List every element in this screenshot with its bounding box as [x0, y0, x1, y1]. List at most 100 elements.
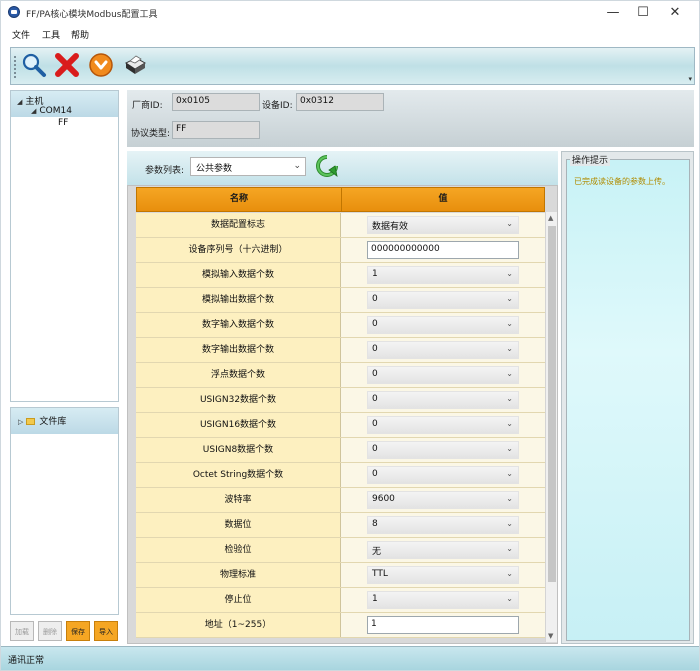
menu-file[interactable]: 文件	[12, 28, 30, 41]
toolbar: ▾	[10, 47, 695, 85]
param-value-cell: 1 ⌄	[341, 588, 545, 612]
param-name-cell: USIGN32数据个数	[136, 388, 341, 412]
delete-icon[interactable]	[54, 52, 80, 78]
param-value-input[interactable]: 1	[367, 616, 519, 634]
save-button[interactable]: 保存	[66, 621, 90, 641]
vendor-id-field: 0x0105	[172, 93, 260, 111]
param-value-select[interactable]: 1 ⌄	[367, 266, 519, 284]
title-bar: FF/PA核心模块Modbus配置工具 — ☐ ✕	[1, 1, 699, 25]
param-name-cell: 物理标准	[136, 563, 341, 587]
tree-node-port[interactable]: ◢ COM14	[31, 106, 72, 116]
param-value-select[interactable]: 数据有效 ⌄	[367, 216, 519, 234]
param-name-cell: 模拟输出数据个数	[136, 288, 341, 312]
table-row: 设备序列号（十六进制） 000000000000	[136, 238, 545, 263]
param-value-text: 0	[372, 294, 378, 304]
chevron-down-icon: ⌄	[506, 544, 513, 553]
menu-tools[interactable]: 工具	[42, 28, 60, 41]
param-value-cell: 0 ⌄	[341, 438, 545, 462]
printer-icon[interactable]	[122, 52, 148, 78]
param-value-text: 0	[372, 444, 378, 454]
chevron-down-icon: ⌄	[506, 419, 513, 428]
toolbar-grip[interactable]	[14, 56, 16, 78]
download-icon[interactable]	[88, 52, 114, 78]
param-name-cell: 模拟输入数据个数	[136, 263, 341, 287]
param-value-select[interactable]: 9600 ⌄	[367, 491, 519, 509]
param-value-cell: TTL ⌄	[341, 563, 545, 587]
toolbar-overflow-icon[interactable]: ▾	[688, 75, 692, 83]
table-row: USIGN16数据个数 0 ⌄	[136, 413, 545, 438]
expand-arrow-icon[interactable]: ◢	[17, 98, 22, 106]
table-row: 模拟输出数据个数 0 ⌄	[136, 288, 545, 313]
param-name-cell: USIGN8数据个数	[136, 438, 341, 462]
table-row: 地址（1~255） 1	[136, 613, 545, 638]
scroll-down-icon[interactable]: ▼	[548, 632, 553, 640]
chevron-down-icon: ⌄	[506, 294, 513, 303]
param-name-cell: 设备序列号（十六进制）	[136, 238, 341, 262]
param-name-cell: 波特率	[136, 488, 341, 512]
param-value-select[interactable]: 0 ⌄	[367, 341, 519, 359]
folder-icon	[26, 418, 36, 425]
expand-arrow-icon[interactable]: ◢	[31, 107, 36, 115]
param-value-select[interactable]: 8 ⌄	[367, 516, 519, 534]
param-value-select[interactable]: 0 ⌄	[367, 291, 519, 309]
delete-button[interactable]: 删除	[38, 621, 62, 641]
param-value-select[interactable]: TTL ⌄	[367, 566, 519, 584]
hint-box: 已完成读设备的参数上传。	[566, 159, 690, 641]
grid-header-name: 名称	[137, 188, 342, 211]
device-info-panel: 厂商ID: 0x0105 设备ID: 0x0312 协议类型: FF	[127, 90, 694, 147]
param-list-select[interactable]: 公共参数 ⌄	[190, 157, 306, 176]
param-value-cell: 0 ⌄	[341, 288, 545, 312]
vendor-id-label: 厂商ID:	[132, 101, 163, 111]
param-value-text: 无	[372, 547, 382, 557]
import-button[interactable]: 导入	[94, 621, 118, 641]
param-value-select[interactable]: 1 ⌄	[367, 591, 519, 609]
param-value-text: 0	[372, 344, 378, 354]
menu-help[interactable]: 帮助	[71, 28, 89, 41]
chevron-down-icon: ⌄	[506, 469, 513, 478]
param-name-cell: 数据位	[136, 513, 341, 537]
grid-scrollbar[interactable]: ▲ ▼	[545, 212, 557, 642]
param-value-cell: 0 ⌄	[341, 463, 545, 487]
param-value-select[interactable]: 0 ⌄	[367, 316, 519, 334]
table-row: USIGN32数据个数 0 ⌄	[136, 388, 545, 413]
param-value-cell: 000000000000	[341, 238, 545, 262]
file-library: ▷ 文件库	[10, 407, 119, 615]
load-button[interactable]: 加载	[10, 621, 34, 641]
param-name-cell: 停止位	[136, 588, 341, 612]
tree-node-device[interactable]: FF	[58, 118, 68, 128]
library-node[interactable]: ▷ 文件库	[18, 414, 66, 427]
chevron-down-icon: ⌄	[293, 161, 301, 171]
minimize-button[interactable]: —	[598, 4, 628, 22]
param-value-input[interactable]: 000000000000	[367, 241, 519, 259]
collapse-arrow-icon[interactable]: ▷	[18, 418, 23, 426]
param-value-select[interactable]: 无 ⌄	[367, 541, 519, 559]
hint-title: 操作提示	[570, 153, 611, 166]
close-button[interactable]: ✕	[660, 4, 690, 22]
param-value-select[interactable]: 0 ⌄	[367, 441, 519, 459]
param-value-cell: 0 ⌄	[341, 338, 545, 362]
scroll-up-icon[interactable]: ▲	[548, 214, 553, 222]
chevron-down-icon: ⌄	[506, 494, 513, 503]
param-value-text: 9600	[372, 494, 395, 504]
chevron-down-icon: ⌄	[506, 394, 513, 403]
search-icon[interactable]	[21, 52, 47, 78]
param-value-text: 8	[372, 519, 378, 529]
table-row: 数据配置标志 数据有效 ⌄	[136, 213, 545, 238]
maximize-button[interactable]: ☐	[628, 4, 658, 22]
scrollbar-thumb[interactable]	[548, 226, 556, 582]
chevron-down-icon: ⌄	[506, 219, 513, 228]
table-row: 浮点数据个数 0 ⌄	[136, 363, 545, 388]
library-label: 文件库	[39, 417, 67, 427]
table-row: 模拟输入数据个数 1 ⌄	[136, 263, 545, 288]
device-id-field: 0x0312	[296, 93, 384, 111]
param-value-select[interactable]: 0 ⌄	[367, 391, 519, 409]
device-id-label: 设备ID:	[262, 101, 293, 111]
table-row: Octet String数据个数 0 ⌄	[136, 463, 545, 488]
table-row: 数字输出数据个数 0 ⌄	[136, 338, 545, 363]
param-value-select[interactable]: 0 ⌄	[367, 466, 519, 484]
refresh-icon[interactable]	[315, 154, 339, 180]
param-value-select[interactable]: 0 ⌄	[367, 366, 519, 384]
param-value-select[interactable]: 0 ⌄	[367, 416, 519, 434]
parameter-selector-bar: 参数列表: 公共参数 ⌄	[127, 151, 558, 185]
param-value-text: 0	[372, 469, 378, 479]
